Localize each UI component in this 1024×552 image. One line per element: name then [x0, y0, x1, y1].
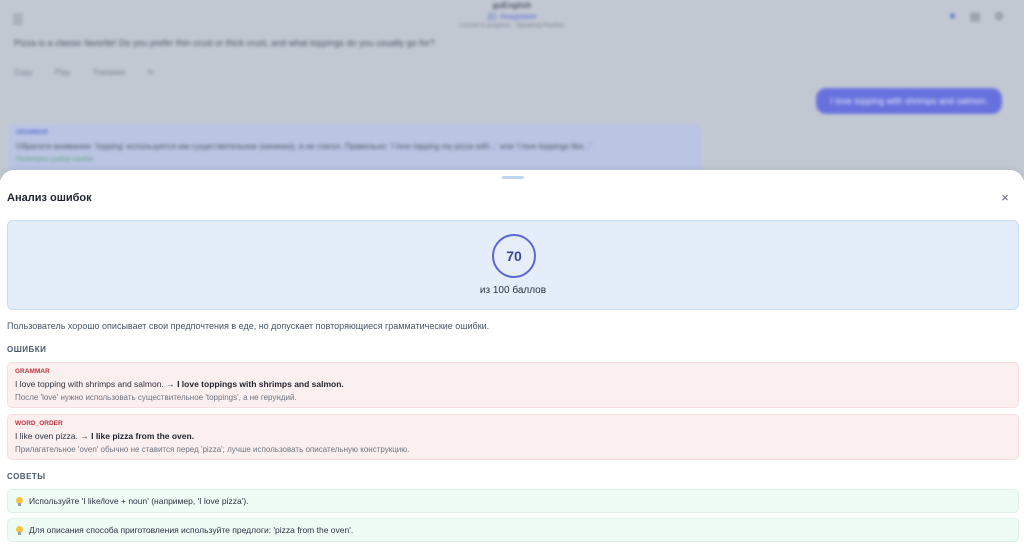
- app-note: Lesson in progress · Speaking Practice: [459, 23, 565, 29]
- error-card: WORD_ORDER I like oven pizza. → I like p…: [7, 414, 1019, 460]
- app-header: ☰ guEnglish Д1 Академия Lesson in progre…: [0, 0, 1024, 36]
- background-blur-layer: ☰ guEnglish Д1 Академия Lesson in progre…: [0, 0, 1024, 180]
- arrow-icon: →: [80, 431, 89, 441]
- ai-message: Pizza is a classic favorite! Do you pref…: [14, 38, 435, 48]
- close-icon[interactable]: ×: [998, 191, 1012, 205]
- error-analysis-sheet: Анализ ошибок × 70 из 100 баллов Пользов…: [0, 170, 1024, 552]
- refresh-icon[interactable]: ↻: [147, 68, 154, 77]
- drag-handle[interactable]: [502, 176, 524, 179]
- error-type: WORD_ORDER: [15, 420, 63, 427]
- play-action[interactable]: Play: [55, 68, 71, 77]
- message-actions: Copy Play Translate ↻: [14, 68, 154, 77]
- analysis-summary: Пользователь хорошо описывает свои предп…: [7, 321, 490, 331]
- header-icons: ● ▤ ⚙: [949, 10, 1004, 23]
- tip-card: Используйте 'I like/love + noun' (наприм…: [7, 489, 1019, 513]
- score-caption: из 100 баллов: [479, 285, 547, 296]
- translate-action[interactable]: Translate: [92, 68, 125, 77]
- tip-text: Для описания способа приготовления испол…: [29, 525, 354, 535]
- copy-action[interactable]: Copy: [14, 68, 33, 77]
- score-card: 70 из 100 баллов: [7, 220, 1019, 310]
- stats-icon[interactable]: ▤: [970, 10, 980, 23]
- profile-icon[interactable]: ●: [949, 10, 956, 23]
- error-type: GRAMMAR: [15, 368, 50, 375]
- sheet-title: Анализ ошибок: [7, 192, 92, 204]
- tips-section-label: СОВЕТЫ: [7, 472, 46, 481]
- error-original: I love topping with shrimps and salmon.: [15, 379, 164, 389]
- error-corrected: I love toppings with shrimps and salmon.: [177, 379, 344, 389]
- fix-card-link[interactable]: Посмотреть разбор ошибок: [16, 157, 694, 163]
- tip-text: Используйте 'I like/love + noun' (наприм…: [29, 496, 249, 506]
- user-message-bubble: I love topping with shrimps and salmon.: [816, 88, 1002, 114]
- app-title: guEnglish: [492, 1, 532, 10]
- arrow-icon: →: [166, 379, 175, 389]
- error-correction: I like oven pizza. → I like pizza from t…: [15, 431, 1011, 441]
- lightbulb-icon: [16, 525, 23, 535]
- error-correction: I love topping with shrimps and salmon. …: [15, 379, 1011, 389]
- lightbulb-icon: [16, 496, 23, 506]
- error-explanation: Прилагательное 'oven' обычно не ставится…: [15, 445, 410, 454]
- tip-card: Для описания способа приготовления испол…: [7, 518, 1019, 542]
- fix-card-label: GRAMMAR: [16, 130, 48, 136]
- fix-card-text: Обратите внимание: 'topping' используетс…: [16, 142, 592, 151]
- error-explanation: После 'love' нужно использовать существи…: [15, 393, 297, 402]
- errors-section-label: ОШИБКИ: [7, 345, 47, 354]
- error-original: I like oven pizza.: [15, 431, 78, 441]
- grammar-fix-card: GRAMMAR Обратите внимание: 'topping' исп…: [8, 124, 702, 174]
- app-subtitle[interactable]: Д1 Академия: [0, 12, 1024, 21]
- error-corrected: I like pizza from the oven.: [91, 431, 195, 441]
- background-app: ☰ guEnglish Д1 Академия Lesson in progre…: [0, 0, 1024, 180]
- settings-icon[interactable]: ⚙: [994, 10, 1004, 23]
- error-card: GRAMMAR I love topping with shrimps and …: [7, 362, 1019, 408]
- score-circle: 70: [492, 234, 536, 278]
